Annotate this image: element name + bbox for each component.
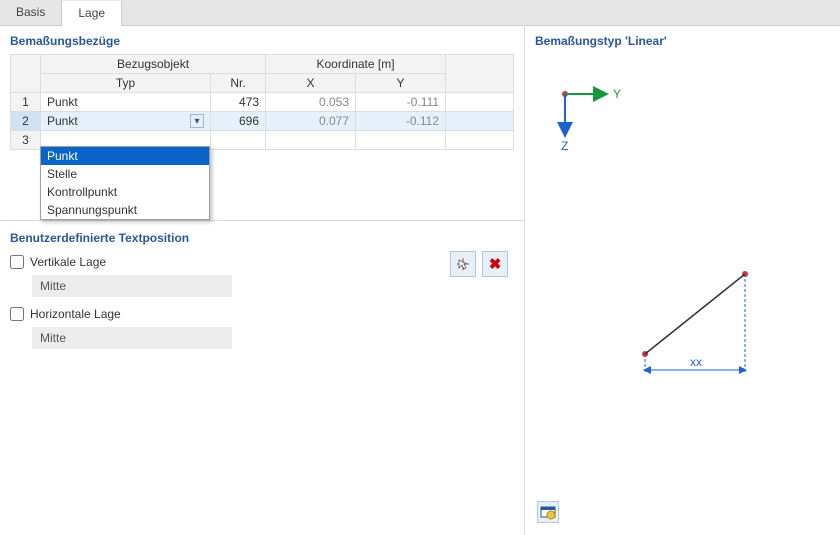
horizontal-lage-checkbox[interactable]	[10, 307, 24, 321]
vertical-lage-value: Mitte	[32, 275, 232, 297]
typ-dropdown-list[interactable]: Punkt Stelle Kontrollpunkt Spannungspunk…	[40, 146, 210, 220]
dropdown-option[interactable]: Stelle	[41, 165, 209, 183]
dropdown-option[interactable]: Kontrollpunkt	[41, 183, 209, 201]
references-table: Bezugsobjekt Koordinate [m] Typ Nr. X Y …	[10, 54, 514, 150]
col-group-object: Bezugsobjekt	[41, 55, 266, 74]
col-group-coord: Koordinate [m]	[266, 55, 446, 74]
vertical-lage-checkbox[interactable]	[10, 255, 24, 269]
cell-nr[interactable]	[211, 131, 266, 150]
row-index: 1	[11, 93, 41, 112]
close-icon: ✖	[489, 255, 502, 273]
cell-nr[interactable]: 473	[211, 93, 266, 112]
cell-x[interactable]	[266, 131, 356, 150]
vertical-lage-label: Vertikale Lage	[30, 255, 106, 269]
section-title-textpos: Benutzerdefinierte Textposition	[10, 231, 514, 245]
cell-typ[interactable]: Punkt	[41, 93, 211, 112]
pick-button[interactable]	[450, 251, 476, 277]
cell-x[interactable]: 0.077	[266, 112, 356, 131]
horizontal-lage-label: Horizontale Lage	[30, 307, 121, 321]
cell-x[interactable]: 0.053	[266, 93, 356, 112]
cursor-icon	[455, 256, 471, 272]
cell-y[interactable]: -0.111	[356, 93, 446, 112]
cell-y[interactable]: -0.112	[356, 112, 446, 131]
cell-y[interactable]	[356, 131, 446, 150]
axis-z-label: Z	[561, 139, 568, 153]
horizontal-lage-value: Mitte	[32, 327, 232, 349]
delete-button[interactable]: ✖	[482, 251, 508, 277]
chevron-down-icon[interactable]: ▾	[190, 114, 204, 128]
dimension-label: xx	[690, 355, 702, 369]
preview-title: Bemaßungstyp 'Linear'	[535, 34, 830, 48]
col-x: X	[266, 74, 356, 93]
dropdown-value: Punkt	[47, 114, 78, 128]
axis-y-label: Y	[613, 87, 621, 101]
col-nr: Nr.	[211, 74, 266, 93]
cell-nr[interactable]: 696	[211, 112, 266, 131]
preview-diagram: Y Z xx	[535, 74, 815, 514]
col-typ: Typ	[41, 74, 211, 93]
col-y: Y	[356, 74, 446, 93]
table-row[interactable]: 1 Punkt 473 0.053 -0.111	[11, 93, 514, 112]
tab-lage[interactable]: Lage	[62, 1, 122, 26]
dropdown-option[interactable]: Spannungspunkt	[41, 201, 209, 219]
tab-basis[interactable]: Basis	[0, 0, 62, 25]
section-title-refs: Bemaßungsbezüge	[10, 34, 514, 48]
table-row[interactable]: 2 Punkt ▾ 696 0.077 -0.112	[11, 112, 514, 131]
cell-typ-dropdown[interactable]: Punkt ▾	[41, 112, 211, 131]
view-options-button[interactable]	[537, 501, 559, 523]
tab-bar: Basis Lage	[0, 0, 840, 26]
row-index: 3	[11, 131, 41, 150]
dropdown-option[interactable]: Punkt	[41, 147, 209, 165]
row-index: 2	[11, 112, 41, 131]
view-icon	[540, 504, 556, 520]
